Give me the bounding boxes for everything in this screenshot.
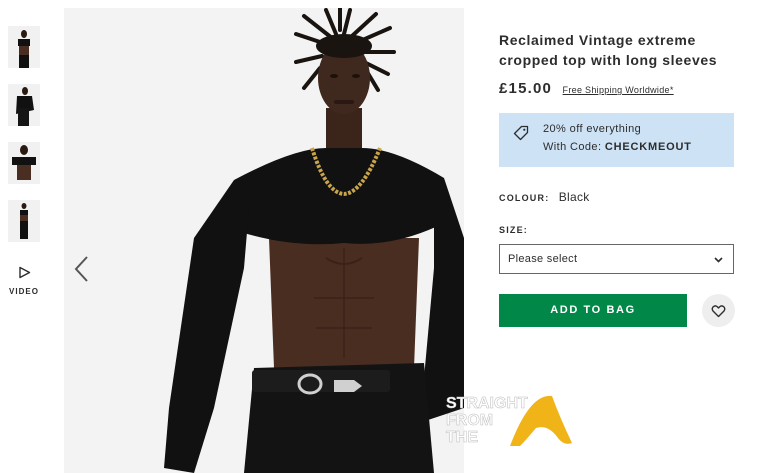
- product-photo: [64, 8, 464, 473]
- video-button[interactable]: VIDEO: [8, 266, 40, 296]
- size-select[interactable]: Please select: [499, 244, 734, 274]
- thumbnail-2[interactable]: [8, 84, 40, 126]
- chevron-down-icon: [714, 257, 723, 263]
- video-label: VIDEO: [9, 287, 39, 296]
- promo-code-line: With Code: CHECKMEOUT: [543, 141, 692, 153]
- thumbnail-3[interactable]: [8, 142, 40, 184]
- size-label: SIZE:: [499, 225, 529, 235]
- size-selected-value: Please select: [508, 253, 578, 265]
- colour-label: COLOUR:: [499, 193, 550, 203]
- play-icon: [18, 266, 30, 279]
- thumbnail-1[interactable]: [8, 26, 40, 68]
- product-price: £15.00: [499, 80, 553, 97]
- thumbnail-strip: [8, 26, 40, 258]
- promo-text: 20% off everything: [543, 123, 642, 135]
- watermark-line-1: STRAIGHT: [446, 395, 528, 412]
- watermark-line-3: THE: [446, 429, 478, 446]
- straight-from-the-a-watermark: STRAIGHT FROM THE: [446, 395, 572, 446]
- promo-code-prefix: With Code:: [543, 141, 605, 153]
- thumbnail-image: [8, 26, 40, 68]
- colour-row: COLOUR: Black: [499, 190, 590, 204]
- watermark-line-2: FROM: [446, 412, 493, 429]
- price-row: £15.00 Free Shipping Worldwide*: [499, 80, 735, 100]
- save-for-later-button[interactable]: [702, 294, 735, 327]
- product-details: Reclaimed Vintage extreme cropped top wi…: [499, 30, 735, 327]
- promo-banner: 20% off everything With Code: CHECKMEOUT: [499, 113, 734, 167]
- colour-value: Black: [558, 190, 590, 204]
- previous-image-arrow[interactable]: [72, 254, 92, 284]
- product-title: Reclaimed Vintage extreme cropped top wi…: [499, 32, 718, 68]
- free-shipping-link[interactable]: Free Shipping Worldwide*: [563, 85, 674, 95]
- promo-code: CHECKMEOUT: [604, 141, 692, 153]
- main-product-image: [64, 8, 464, 473]
- tag-icon: [513, 125, 529, 141]
- thumbnail-4[interactable]: [8, 200, 40, 242]
- thumbnail-image: [8, 84, 40, 126]
- add-to-bag-button[interactable]: ADD TO BAG: [499, 294, 687, 327]
- heart-icon: [711, 305, 726, 318]
- thumbnail-image: [8, 200, 40, 242]
- thumbnail-image: [8, 142, 40, 184]
